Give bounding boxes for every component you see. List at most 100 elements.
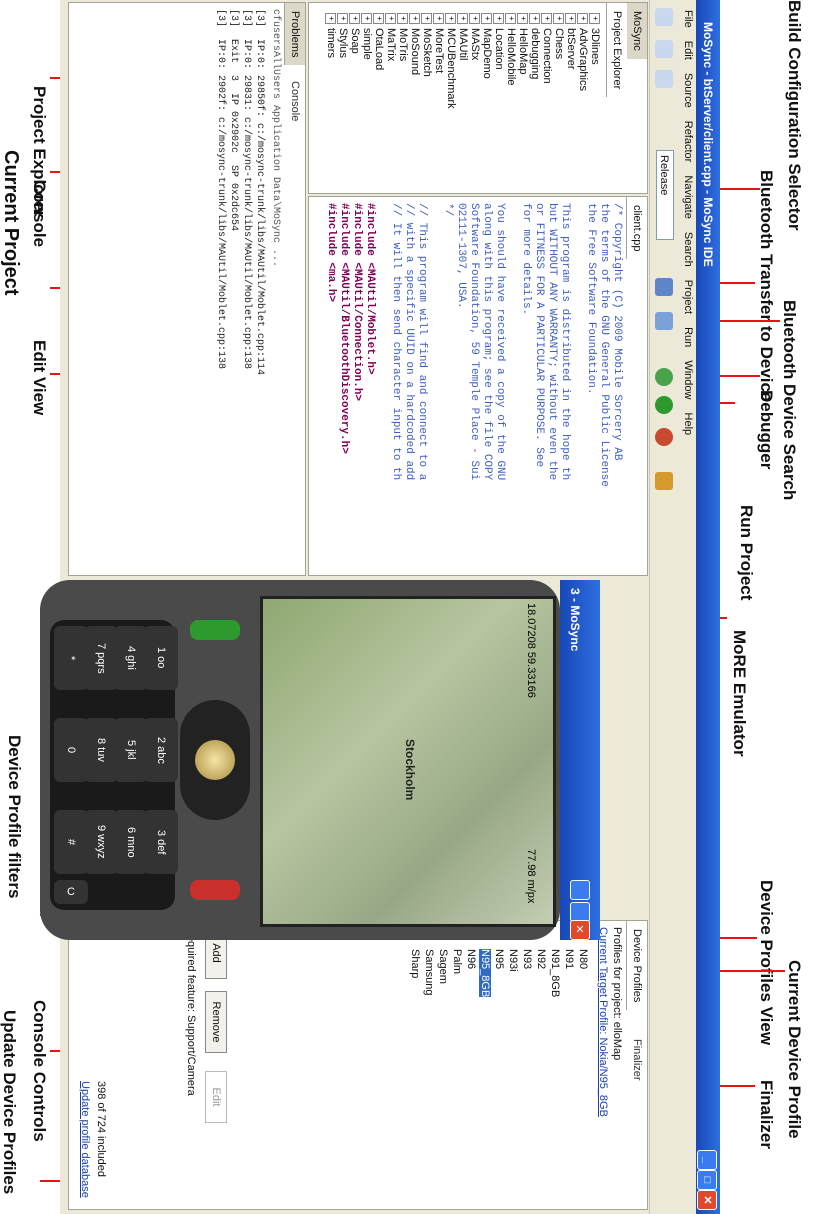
menu-project[interactable]: Project xyxy=(682,280,694,314)
expand-icon[interactable]: + xyxy=(541,13,553,24)
project-item[interactable]: + OtaLoad xyxy=(373,13,385,70)
remove-filter-button[interactable]: Remove xyxy=(205,991,227,1053)
keypad-key[interactable]: 2 abc xyxy=(144,718,178,782)
project-item[interactable]: + timers xyxy=(325,13,337,58)
print-icon[interactable] xyxy=(655,70,673,88)
expand-icon[interactable]: + xyxy=(445,13,457,24)
expand-icon[interactable]: + xyxy=(361,13,373,24)
keypad-key[interactable]: 5 jkl xyxy=(114,718,148,782)
tab-device-profiles[interactable]: Device Profiles xyxy=(626,921,647,1011)
profile-item[interactable]: N91_8GB xyxy=(549,949,561,997)
expand-icon[interactable]: + xyxy=(325,13,337,24)
project-item[interactable]: + MAUtil xyxy=(457,13,469,60)
expand-icon[interactable]: + xyxy=(385,13,397,24)
keypad-key[interactable]: 8 tuv xyxy=(84,718,118,782)
tab-finalizer[interactable]: Finalizer xyxy=(627,1031,647,1089)
project-item[interactable]: + Chess xyxy=(553,13,565,59)
project-item[interactable]: + btServer xyxy=(565,13,577,70)
menu-search[interactable]: Search xyxy=(682,232,694,267)
emulator-close-button[interactable]: ✕ xyxy=(570,920,590,940)
menu-file[interactable]: File xyxy=(682,10,694,28)
update-profile-database-link[interactable]: Update profile database xyxy=(79,1081,91,1198)
expand-icon[interactable]: + xyxy=(481,13,493,24)
project-item[interactable]: +3Dlines xyxy=(589,13,601,65)
profile-item[interactable]: Sharp xyxy=(409,949,421,978)
project-item[interactable]: + MAStx xyxy=(469,13,481,60)
bluetooth-transfer-icon[interactable] xyxy=(655,278,673,296)
expand-icon[interactable]: + xyxy=(349,13,361,24)
project-item[interactable]: + HelloMobile xyxy=(505,13,517,85)
project-item[interactable]: + Connection xyxy=(541,13,553,84)
keypad-key[interactable]: 1 oo xyxy=(144,626,178,690)
profile-item[interactable]: Samsung xyxy=(423,949,435,995)
run-external-icon[interactable] xyxy=(655,428,673,446)
profile-item[interactable]: N95 xyxy=(493,949,505,969)
expand-icon[interactable]: + xyxy=(433,13,445,24)
menu-run[interactable]: Run xyxy=(682,327,694,347)
menu-refactor[interactable]: Refactor xyxy=(682,121,694,163)
clear-key[interactable]: C xyxy=(54,880,88,904)
profile-item[interactable]: N96 xyxy=(465,949,477,969)
project-item[interactable]: + MoreTest xyxy=(433,13,445,73)
tab-console[interactable]: Console xyxy=(285,73,305,130)
build-config-select[interactable]: Release xyxy=(656,150,674,240)
expand-icon[interactable]: + xyxy=(577,13,589,24)
expand-icon[interactable]: + xyxy=(469,13,481,24)
project-item[interactable]: + Stylus xyxy=(337,13,349,58)
minimize-button[interactable]: _ xyxy=(697,1150,717,1170)
menu-window[interactable]: Window xyxy=(682,360,694,399)
tab-mosync[interactable]: MoSync xyxy=(626,3,647,59)
project-item[interactable]: + MapDemo xyxy=(481,13,493,79)
tab-client-cpp[interactable]: client.cpp xyxy=(626,197,647,260)
expand-icon[interactable]: + xyxy=(553,13,565,24)
keypad-key[interactable]: 3 def xyxy=(144,810,178,874)
expand-icon[interactable]: + xyxy=(505,13,517,24)
profile-item[interactable]: Palm xyxy=(451,949,463,974)
maximize-button[interactable]: □ xyxy=(697,1170,717,1190)
keypad-key[interactable]: 0 xyxy=(54,718,88,782)
keypad-key[interactable]: 6 mno xyxy=(114,810,148,874)
save-icon[interactable] xyxy=(655,40,673,58)
expand-icon[interactable]: + xyxy=(397,13,409,24)
bluetooth-search-icon[interactable] xyxy=(655,312,673,330)
expand-icon[interactable]: + xyxy=(337,13,349,24)
project-item[interactable]: + MoSketch xyxy=(421,13,433,77)
dpad-center-button[interactable] xyxy=(195,740,235,780)
project-item[interactable]: + MoSound xyxy=(409,13,421,75)
dpad[interactable] xyxy=(180,700,250,820)
run-icon[interactable] xyxy=(655,396,673,414)
expand-icon[interactable]: + xyxy=(457,13,469,24)
profile-item[interactable]: N93i xyxy=(507,949,519,972)
profile-item[interactable]: Sagem xyxy=(437,949,449,984)
keypad-key[interactable]: # xyxy=(54,810,88,874)
call-button[interactable] xyxy=(190,620,240,640)
project-item[interactable]: + MoTris xyxy=(397,13,409,61)
expand-icon[interactable]: + xyxy=(409,13,421,24)
phone-screen-map[interactable]: 18.07208 59.33166 77.98 m/px Stockholm xyxy=(260,596,556,927)
finalize-icon[interactable] xyxy=(655,472,673,490)
profile-item[interactable]: N95_8GB xyxy=(479,949,491,998)
current-target-profile[interactable]: Current Target Profile: Nokia/N95_8GB xyxy=(597,927,609,1117)
project-item[interactable]: + MCUBenchmark xyxy=(445,13,457,109)
emulator-maximize-button[interactable] xyxy=(570,902,590,922)
profile-item[interactable]: N80 xyxy=(577,949,589,969)
expand-icon[interactable]: + xyxy=(421,13,433,24)
keypad-key[interactable]: 7 pqrs xyxy=(84,626,118,690)
end-call-button[interactable] xyxy=(190,880,240,900)
project-item[interactable]: + debugging xyxy=(529,13,541,79)
project-item[interactable]: + AdvGraphics xyxy=(577,13,589,91)
profile-item[interactable]: N92 xyxy=(535,949,547,969)
menu-navigate[interactable]: Navigate xyxy=(682,175,694,218)
new-icon[interactable] xyxy=(655,8,673,26)
project-item[interactable]: + MaTrix xyxy=(385,13,397,61)
expand-icon[interactable]: + xyxy=(373,13,385,24)
tab-project-explorer[interactable]: Project Explorer xyxy=(606,3,627,98)
tab-problems[interactable]: Problems xyxy=(284,3,305,66)
expand-icon[interactable]: + xyxy=(565,13,577,24)
project-item[interactable]: + Soap xyxy=(349,13,361,54)
profile-item[interactable]: N91 xyxy=(563,949,575,969)
close-button[interactable]: ✕ xyxy=(697,1190,717,1210)
emulator-minimize-button[interactable] xyxy=(570,880,590,900)
expand-icon[interactable]: + xyxy=(589,13,601,24)
expand-icon[interactable]: + xyxy=(529,13,541,24)
